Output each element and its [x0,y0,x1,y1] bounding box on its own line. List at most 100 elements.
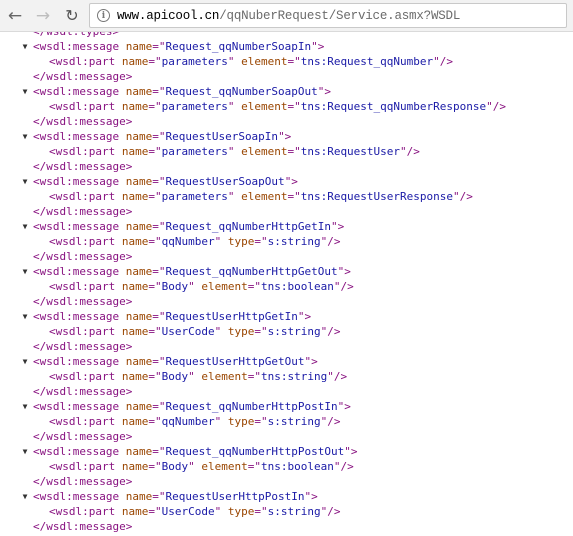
wsdl-part-line: <wsdl:part name="Body" element="tns:stri… [49,370,348,383]
part-attr-value: s:string [267,235,321,248]
part-name: qqNumber [161,415,215,428]
message-name: Request_qqNumberHttpGetOut [165,265,338,278]
xml-tree-view: </wsdl:types>▼<wsdl:message name="Reques… [0,32,573,536]
collapse-toggle-icon[interactable]: ▼ [20,39,30,54]
message-name: Request_qqNumberHttpPostOut [165,445,345,458]
wsdl-message-open-line: <wsdl:message name="Request_qqNumberHttp… [33,220,345,233]
wsdl-message-close-line: </wsdl:message> [33,115,133,128]
wsdl-part-line: <wsdl:part name="UserCode" type="s:strin… [49,325,341,338]
message-name: Request_qqNumberSoapOut [165,85,318,98]
wsdl-message-open-line: <wsdl:message name="RequestUserHttpGetIn… [33,310,312,323]
collapse-toggle-icon[interactable]: ▼ [20,354,30,369]
message-name: Request_qqNumberHttpGetIn [165,220,332,233]
message-name: RequestUserHttpGetOut [165,355,305,368]
wsdl-message-open-line: <wsdl:message name="Request_qqNumberSoap… [33,40,325,53]
wsdl-message-close-line: </wsdl:message> [33,205,133,218]
wsdl-part-line: <wsdl:part name="parameters" element="tn… [49,55,454,68]
wsdl-message-close-line: </wsdl:message> [33,385,133,398]
collapse-toggle-icon[interactable]: ▼ [20,129,30,144]
wsdl-message-close-line: </wsdl:message> [33,250,133,263]
address-bar[interactable]: i www.apicool.cn/qqNuberRequest/Service.… [89,3,567,28]
part-name: Body [161,370,189,383]
wsdl-types-close-line: </wsdl:types> [33,32,119,39]
wsdl-message-close-line: </wsdl:message> [33,160,133,173]
part-name: Body [161,460,189,473]
wsdl-part-line: <wsdl:part name="parameters" element="tn… [49,145,420,158]
message-name: RequestUserSoapIn [165,130,279,143]
message-name: Request_qqNumberSoapIn [165,40,312,53]
wsdl-part-line: <wsdl:part name="qqNumber" type="s:strin… [49,415,341,428]
wsdl-message-open-line: <wsdl:message name="RequestUserHttpPostI… [33,490,318,503]
wsdl-part-line: <wsdl:part name="Body" element="tns:bool… [49,280,354,293]
part-attr-name: type [227,325,255,338]
collapse-toggle-icon[interactable]: ▼ [20,489,30,504]
back-arrow-icon[interactable]: ← [4,5,26,27]
url-path: /qqNuberRequest/Service.asmx?WSDL [219,8,461,23]
wsdl-message-open-line: <wsdl:message name="Request_qqNumberHttp… [33,265,351,278]
part-attr-name: element [201,370,248,383]
part-name: parameters [161,100,228,113]
part-attr-value: tns:boolean [260,460,334,473]
forward-arrow-icon[interactable]: → [32,5,54,27]
wsdl-message-open-line: <wsdl:message name="Request_qqNumberHttp… [33,400,351,413]
part-attr-name: element [201,460,248,473]
part-attr-name: type [227,415,255,428]
url-host: www.apicool.cn [117,8,220,23]
part-name: parameters [161,190,228,203]
part-attr-name: element [241,190,288,203]
wsdl-message-close-line: </wsdl:message> [33,475,133,488]
part-attr-name: type [227,235,255,248]
wsdl-message-open-line: <wsdl:message name="Request_qqNumberHttp… [33,445,358,458]
part-attr-name: type [227,505,255,518]
collapse-toggle-icon[interactable]: ▼ [20,264,30,279]
part-name: UserCode [161,505,215,518]
collapse-toggle-icon[interactable]: ▼ [20,399,30,414]
url-text[interactable]: www.apicool.cn/qqNuberRequest/Service.as… [117,9,460,23]
part-attr-value: s:string [267,325,321,338]
part-attr-value: tns:string [260,370,328,383]
wsdl-message-open-line: <wsdl:message name="RequestUserSoapIn"> [33,130,292,143]
part-attr-value: s:string [267,505,321,518]
part-attr-value: tns:RequestUser [300,145,401,158]
wsdl-message-close-line: </wsdl:message> [33,520,133,533]
part-name: qqNumber [161,235,215,248]
reload-icon[interactable]: ↻ [61,5,83,27]
collapse-toggle-icon[interactable]: ▼ [20,309,30,324]
part-attr-value: tns:RequestUserResponse [300,190,454,203]
wsdl-message-close-line: </wsdl:message> [33,340,133,353]
message-name: RequestUserHttpPostIn [165,490,305,503]
part-attr-value: tns:boolean [260,280,334,293]
browser-toolbar: ← → ↻ i www.apicool.cn/qqNuberRequest/Se… [0,0,573,32]
wsdl-message-open-line: <wsdl:message name="RequestUserHttpGetOu… [33,355,318,368]
wsdl-message-open-line: <wsdl:message name="Request_qqNumberSoap… [33,85,332,98]
part-attr-value: tns:Request_qqNumberResponse [300,100,487,113]
part-name: Body [161,280,189,293]
wsdl-part-line: <wsdl:part name="qqNumber" type="s:strin… [49,235,341,248]
collapse-toggle-icon[interactable]: ▼ [20,219,30,234]
wsdl-part-line: <wsdl:part name="parameters" element="tn… [49,190,473,203]
part-attr-name: element [241,55,288,68]
part-name: parameters [161,145,228,158]
collapse-toggle-icon[interactable]: ▼ [20,444,30,459]
part-attr-name: element [201,280,248,293]
part-attr-name: element [241,145,288,158]
wsdl-message-open-line: <wsdl:message name="RequestUserSoapOut"> [33,175,298,188]
wsdl-message-close-line: </wsdl:message> [33,430,133,443]
part-attr-value: s:string [267,415,321,428]
closing-tag: </wsdl:types> [33,32,119,38]
wsdl-message-close-line: </wsdl:message> [33,70,133,83]
part-attr-value: tns:Request_qqNumber [300,55,434,68]
collapse-toggle-icon[interactable]: ▼ [20,84,30,99]
info-icon[interactable]: i [97,9,110,22]
message-name: Request_qqNumberHttpPostIn [165,400,338,413]
part-name: UserCode [161,325,215,338]
part-attr-name: element [241,100,288,113]
wsdl-part-line: <wsdl:part name="UserCode" type="s:strin… [49,505,341,518]
wsdl-part-line: <wsdl:part name="parameters" element="tn… [49,100,507,113]
collapse-toggle-icon[interactable]: ▼ [20,174,30,189]
message-name: RequestUserSoapOut [165,175,285,188]
wsdl-message-close-line: </wsdl:message> [33,295,133,308]
wsdl-part-line: <wsdl:part name="Body" element="tns:bool… [49,460,354,473]
message-name: RequestUserHttpGetIn [165,310,298,323]
part-name: parameters [161,55,228,68]
